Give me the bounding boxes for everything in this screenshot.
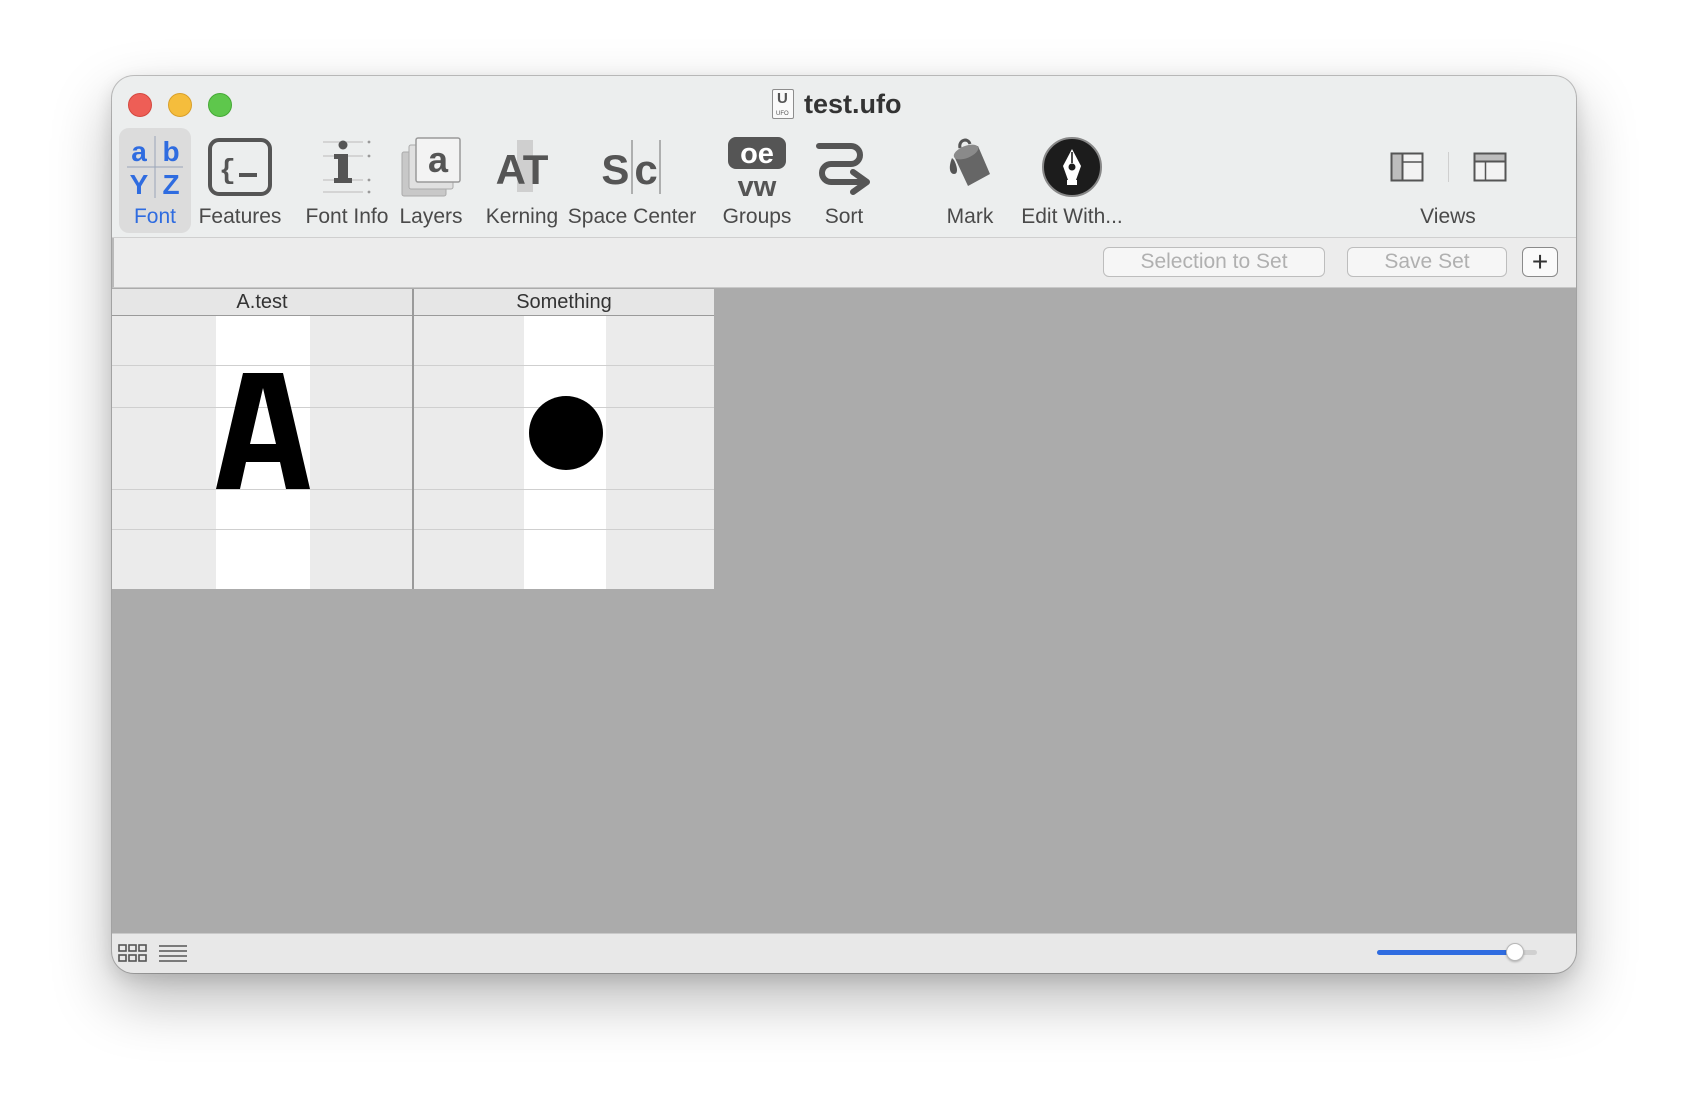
title-bar: U UFO test.ufo a b Y Z Font {Features F… — [112, 76, 1576, 238]
glyph-cell[interactable]: A.test — [112, 289, 412, 589]
toolbar-kerning-button[interactable]: AT Kerning — [486, 128, 558, 233]
features-icon: { — [204, 134, 276, 200]
zoom-window-button[interactable] — [208, 93, 232, 117]
groups-icon: oe vw — [721, 134, 793, 200]
svg-text:vw: vw — [738, 171, 777, 198]
mark-icon — [934, 134, 1006, 200]
sidebar-view-icon[interactable] — [1390, 152, 1424, 182]
svg-text:AT: AT — [496, 146, 549, 193]
toolbar-views-label: Views — [1420, 205, 1476, 228]
space-center-icon: Sc — [596, 134, 668, 200]
window-title: U UFO test.ufo — [772, 86, 902, 122]
font-icon: a b Y Z — [119, 134, 191, 200]
minimize-window-button[interactable] — [168, 93, 192, 117]
set-bar: Selection to Set Save Set + — [112, 238, 1576, 288]
toolbar-features-button[interactable]: { Features — [199, 128, 281, 233]
grid-view-icon[interactable] — [118, 944, 148, 964]
glyph-cell[interactable]: Something — [414, 289, 714, 589]
svg-text:Z: Z — [162, 169, 179, 198]
cell-size-slider[interactable] — [1377, 943, 1537, 961]
glyph-preview — [112, 316, 412, 589]
toolbar-edit-with-button[interactable]: Edit With... — [1021, 128, 1123, 233]
glyph-name: A.test — [112, 289, 412, 316]
svg-text:oe: oe — [740, 138, 774, 170]
inspector-view-icon[interactable] — [1473, 152, 1507, 182]
toolbar-sort-button[interactable]: Sort — [808, 128, 880, 233]
close-window-button[interactable] — [128, 93, 152, 117]
edit-with-icon — [1036, 134, 1108, 200]
svg-text:b: b — [162, 136, 179, 167]
list-view-icon[interactable] — [158, 944, 188, 964]
slider-knob[interactable] — [1506, 943, 1524, 961]
window-title-text: test.ufo — [804, 88, 902, 119]
sort-icon — [808, 134, 880, 200]
views-divider — [1447, 152, 1449, 182]
kerning-icon: AT — [486, 134, 558, 200]
layers-icon: a — [395, 134, 467, 200]
save-set-button[interactable]: Save Set — [1347, 247, 1507, 277]
glyph-outline-dot — [529, 396, 603, 470]
svg-text:Y: Y — [130, 169, 149, 198]
toolbar-space-center-label: Space Center — [567, 205, 697, 228]
toolbar-edit-with-label: Edit With... — [1021, 205, 1123, 228]
glyph-name: Something — [414, 289, 714, 316]
add-set-button[interactable]: + — [1522, 246, 1558, 277]
slider-fill — [1377, 950, 1515, 955]
ufo-document-icon: U UFO — [772, 89, 794, 119]
views-icon — [1386, 134, 1510, 200]
selection-to-set-button[interactable]: Selection to Set — [1103, 247, 1325, 277]
toolbar-sort-label: Sort — [824, 205, 864, 228]
svg-text:a: a — [131, 136, 147, 167]
toolbar-space-center-button[interactable]: Sc Space Center — [568, 128, 696, 233]
svg-text:a: a — [428, 139, 449, 180]
svg-text:Sc: Sc — [601, 146, 662, 193]
glyph-preview — [414, 316, 714, 589]
plus-icon: + — [1531, 246, 1549, 277]
toolbar-views-group[interactable]: Views — [1386, 128, 1510, 233]
font-info-icon — [312, 134, 382, 200]
toolbar-mark-button[interactable]: Mark — [934, 128, 1006, 233]
glyph-outline-a — [216, 373, 310, 489]
font-window: U UFO test.ufo a b Y Z Font {Features F… — [112, 76, 1576, 973]
svg-text:{: { — [219, 156, 236, 187]
bottom-bar — [112, 933, 1576, 973]
